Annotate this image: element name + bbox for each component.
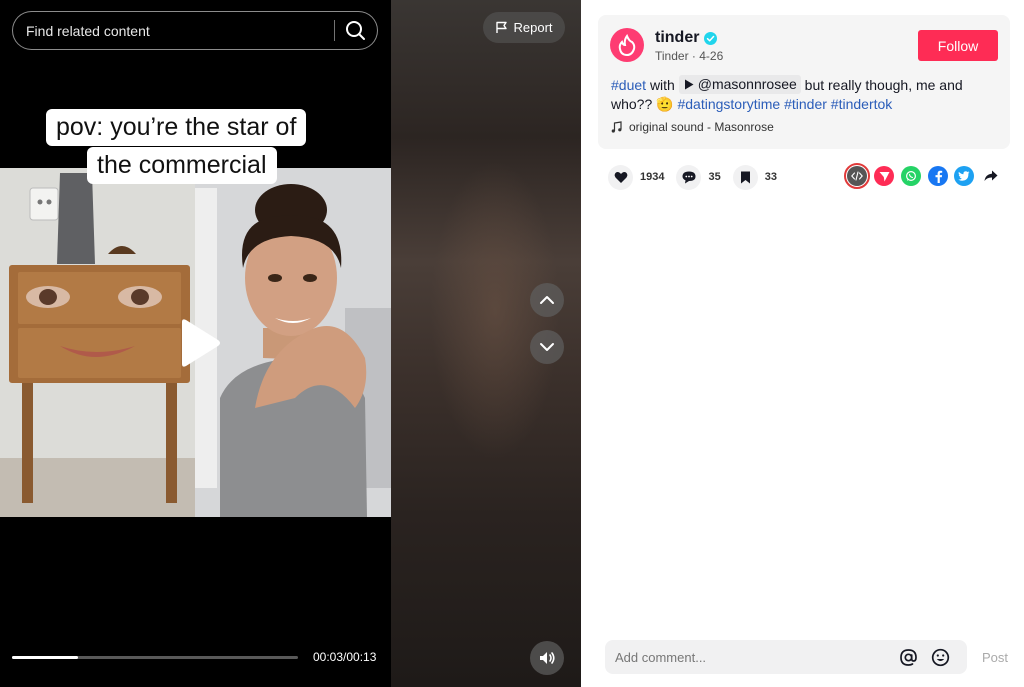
save-count: 33 (764, 171, 777, 183)
emoji: 🫡 (656, 96, 674, 112)
avatar[interactable] (610, 28, 644, 62)
search-box (12, 11, 378, 50)
follow-button[interactable]: Follow (918, 30, 998, 61)
comment-icon (676, 164, 702, 190)
play-button[interactable] (178, 318, 222, 368)
progress-bar[interactable] (12, 656, 298, 659)
duet-left-video (0, 168, 195, 517)
mention-button[interactable] (899, 648, 918, 667)
duet-right-video (195, 168, 391, 517)
heart-icon (608, 164, 633, 190)
post-description: #duet with @masonnrosee but really thoug… (611, 75, 996, 114)
flag-icon (496, 21, 508, 33)
post-date: 4-26 (699, 49, 724, 63)
comment-input[interactable] (615, 640, 890, 674)
report-button[interactable]: Report (483, 12, 565, 43)
music-note-icon (611, 121, 622, 133)
whatsapp-icon (905, 170, 917, 182)
video-frame[interactable]: pov: you’re the star of the commercial 0… (0, 0, 391, 687)
comment-count: 35 (708, 171, 721, 183)
post-comment-button[interactable]: Post (982, 650, 1008, 665)
send-icon (879, 171, 889, 181)
at-sign-icon (900, 649, 917, 666)
play-icon (182, 319, 220, 367)
comment-bar (605, 640, 967, 674)
search-divider (334, 20, 335, 41)
chevron-down-icon (540, 343, 554, 351)
caption-line-1: pov: you’re the star of (46, 109, 307, 146)
bookmark-icon (732, 164, 758, 190)
author-subline: Tinder · 4-26 (655, 49, 724, 63)
progress-handle[interactable] (74, 653, 83, 662)
code-icon (851, 171, 863, 181)
description-with: with (649, 77, 675, 93)
twitter-share-button[interactable] (954, 166, 974, 186)
music-link[interactable]: original sound - Masonrose (611, 120, 774, 134)
username-text: tinder (655, 29, 700, 46)
info-panel: tinder Tinder · 4-26 Follow #duet with @… (581, 0, 1024, 687)
emoji-button[interactable] (931, 648, 950, 667)
caption-line-2: the commercial (87, 147, 277, 184)
volume-icon (540, 652, 555, 664)
facebook-share-button[interactable] (928, 166, 948, 186)
display-name: Tinder (655, 49, 689, 63)
previous-video-button[interactable] (530, 283, 564, 317)
report-label: Report (513, 20, 553, 35)
hashtag-duet[interactable]: #duet (611, 77, 646, 93)
share-arrow-icon (984, 170, 998, 181)
progress-fill (12, 656, 78, 659)
search-button[interactable] (343, 18, 369, 44)
whatsapp-share-button[interactable] (901, 166, 921, 186)
search-input[interactable] (26, 12, 336, 49)
chevron-up-icon (540, 296, 554, 304)
send-to-friends-button[interactable] (874, 166, 894, 186)
engagement-actions: 1934 35 33 (608, 164, 789, 190)
hashtag-tindertok[interactable]: #tindertok (831, 96, 892, 112)
music-title: original sound - Masonrose (629, 120, 774, 134)
comment-button[interactable]: 35 (676, 164, 721, 190)
next-video-button[interactable] (530, 330, 564, 364)
smiley-icon (931, 648, 950, 667)
video-player: pov: you’re the star of the commercial 0… (0, 0, 581, 687)
more-share-button[interactable] (981, 166, 1001, 186)
verified-icon (704, 31, 718, 45)
time-readout: 00:03/00:13 (313, 650, 377, 664)
mention-text: @masonnrosee (697, 76, 797, 92)
volume-button[interactable] (530, 641, 564, 675)
like-button[interactable]: 1934 (608, 164, 665, 190)
embed-button[interactable] (844, 163, 870, 189)
search-icon (346, 21, 365, 40)
save-button[interactable]: 33 (732, 164, 777, 190)
post-info-card: tinder Tinder · 4-26 Follow #duet with @… (598, 15, 1010, 149)
mention-link[interactable]: @masonnrosee (678, 75, 801, 94)
hashtag-tinder[interactable]: #tinder (784, 96, 827, 112)
username[interactable]: tinder (655, 29, 718, 47)
tinder-flame-icon (618, 34, 636, 56)
play-small-icon (684, 79, 694, 90)
like-count: 1934 (640, 171, 665, 183)
facebook-icon (935, 170, 942, 183)
hashtag-datingstorytime[interactable]: #datingstorytime (677, 96, 780, 112)
twitter-icon (958, 171, 970, 181)
